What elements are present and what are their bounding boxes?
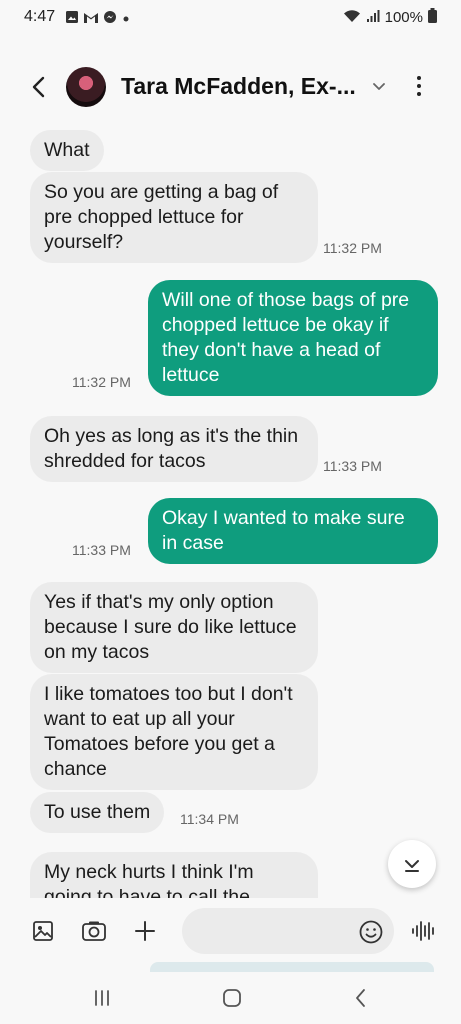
message-text: So you are getting a bag of pre chopped … <box>44 181 279 253</box>
voice-record-icon[interactable] <box>410 918 438 944</box>
dot-icon <box>121 11 131 29</box>
messenger-icon <box>103 10 117 29</box>
message-bubble-incoming[interactable]: To use them <box>30 792 165 833</box>
home-button[interactable] <box>219 985 245 1011</box>
emoji-icon[interactable] <box>358 919 384 945</box>
camera-icon <box>82 921 106 941</box>
more-vert-icon <box>417 76 421 80</box>
scroll-to-bottom-button[interactable] <box>388 840 436 888</box>
plus-icon <box>135 921 155 941</box>
message-text: What <box>44 139 90 161</box>
compose-bar <box>0 898 461 964</box>
message-text: To use them <box>44 801 151 823</box>
message-text: Will one of those bags of pre chopped le… <box>162 289 410 386</box>
notification-icons <box>65 10 131 29</box>
status-bar: 4:47 100% <box>0 0 461 36</box>
system-nav-bar <box>0 972 461 1024</box>
more-options-button[interactable] <box>408 71 430 101</box>
message-timestamp: 11:33 PM <box>323 458 382 474</box>
wifi-icon <box>343 9 361 27</box>
suggestion-strip <box>150 962 434 972</box>
message-timestamp: 11:34 PM <box>180 811 239 827</box>
battery-percent: 100% <box>384 9 423 26</box>
message-text: Oh yes as long as it's the thin shredded… <box>44 425 299 472</box>
signal-icon <box>366 9 380 27</box>
image-icon <box>65 10 79 29</box>
conversation-header: Tara McFadden, Ex-... <box>0 58 461 116</box>
system-icons: 100% <box>343 8 437 27</box>
message-bubble-incoming[interactable]: Oh yes as long as it's the thin shredded… <box>30 416 318 482</box>
back-icon <box>356 989 365 1007</box>
gallery-button[interactable] <box>30 918 56 944</box>
chevron-down-icon[interactable] <box>369 76 389 96</box>
contact-avatar[interactable] <box>66 67 106 107</box>
message-bubble-incoming[interactable]: I like tomatoes too but I don't want to … <box>30 674 318 790</box>
status-time: 4:47 <box>24 8 56 25</box>
nav-back-button[interactable] <box>348 985 374 1011</box>
back-button[interactable] <box>24 72 54 102</box>
recent-apps-button[interactable] <box>89 985 115 1011</box>
message-text: Yes if that's my only option because I s… <box>44 591 297 663</box>
camera-button[interactable] <box>81 918 107 944</box>
attach-button[interactable] <box>132 918 158 944</box>
gmail-icon <box>83 11 99 29</box>
message-bubble-incoming[interactable]: What <box>30 130 104 171</box>
message-text: My neck hurts I think I'm going to have … <box>44 861 254 898</box>
message-text: I like tomatoes too but I don't want to … <box>44 683 293 780</box>
back-arrow-icon <box>32 76 45 98</box>
chevron-down-icon <box>405 860 419 872</box>
message-text: Okay I wanted to make sure in case <box>162 507 405 554</box>
message-list[interactable]: What So you are getting a bag of pre cho… <box>0 116 461 898</box>
message-timestamp: 11:32 PM <box>72 374 131 390</box>
message-bubble-incoming[interactable]: Yes if that's my only option because I s… <box>30 582 318 673</box>
message-bubble-incoming[interactable]: So you are getting a bag of pre chopped … <box>30 172 318 263</box>
home-icon <box>223 989 241 1007</box>
battery-icon <box>428 8 437 27</box>
gallery-icon <box>33 921 53 941</box>
message-bubble-incoming[interactable]: My neck hurts I think I'm going to have … <box>30 852 318 898</box>
recent-apps-icon <box>95 990 109 1006</box>
message-bubble-outgoing[interactable]: Okay I wanted to make sure in case <box>148 498 438 564</box>
contact-name[interactable]: Tara McFadden, Ex-... <box>121 73 356 100</box>
message-timestamp: 11:33 PM <box>72 542 131 558</box>
message-timestamp: 11:32 PM <box>323 240 382 256</box>
message-bubble-outgoing[interactable]: Will one of those bags of pre chopped le… <box>148 280 438 396</box>
